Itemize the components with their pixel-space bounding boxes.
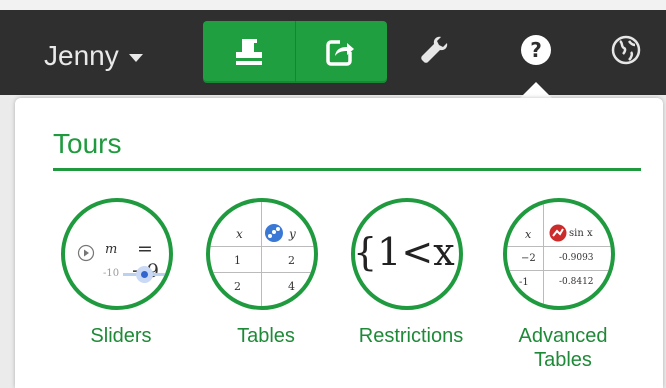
table-cell: 4 [288, 280, 295, 293]
table-cell: 2 [288, 254, 295, 267]
language-button[interactable] [606, 30, 646, 70]
chevron-down-icon [128, 54, 143, 62]
user-name: Jenny [44, 40, 119, 71]
share-button[interactable] [294, 21, 388, 83]
share-icon [326, 38, 357, 66]
action-button-group [203, 21, 387, 83]
play-icon [77, 244, 95, 262]
adv-cell: -0.9093 [559, 253, 594, 263]
tours-panel: Tours m = −9 -10 Sliders x [15, 98, 663, 388]
slider-min: -10 [103, 268, 120, 279]
top-strip [0, 0, 666, 10]
adv-col-f: sin x [569, 228, 593, 239]
tour-label-advanced-tables: Advanced Tables [483, 324, 643, 372]
print-button[interactable] [203, 21, 295, 83]
tour-label-line: Tables [534, 349, 592, 371]
restriction-expression: {1<x [353, 230, 455, 274]
adv-col-x: x [525, 228, 532, 241]
svg-text:?: ? [530, 38, 542, 62]
advanced-tables-preview: x sin x −2 -0.9093 -1 -0.8412 [503, 198, 615, 310]
adv-cell: −2 [521, 253, 536, 264]
title-divider [53, 168, 641, 171]
wrench-icon [421, 36, 448, 63]
slider-handle [136, 266, 153, 283]
popover-pointer [519, 82, 553, 99]
globe-icon [611, 35, 641, 65]
top-bar: Jenny ? [0, 0, 666, 95]
help-button[interactable]: ? [516, 30, 556, 70]
table-col-y: y [289, 227, 296, 241]
table-cell: 2 [234, 280, 241, 293]
slider-variable: m [105, 242, 118, 257]
tour-label-restrictions: Restrictions [358, 325, 464, 347]
function-icon [549, 224, 567, 242]
adv-cell: -0.8412 [559, 277, 594, 287]
user-menu[interactable]: Jenny [44, 36, 143, 76]
table-cell: 1 [234, 254, 241, 267]
restrictions-preview: {1<x [351, 198, 463, 310]
regression-icon [265, 224, 283, 242]
print-icon [235, 39, 262, 65]
settings-button[interactable] [414, 30, 454, 70]
tour-label-sliders: Sliders [90, 325, 152, 347]
tour-label-line: Advanced [518, 325, 608, 347]
tour-label-tables: Tables [237, 325, 295, 347]
table-col-x: x [236, 227, 243, 241]
help-icon: ? [521, 35, 551, 65]
tables-preview: x y 1 2 2 4 [206, 198, 318, 310]
sliders-preview: m = −9 -10 [61, 198, 173, 310]
adv-cell: -1 [519, 277, 529, 288]
panel-title: Tours [53, 128, 122, 159]
